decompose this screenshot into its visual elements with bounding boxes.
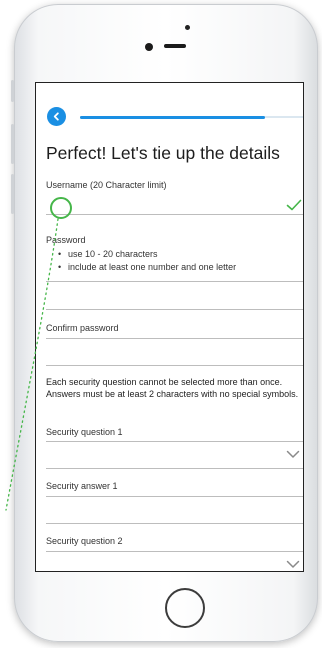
password-underline	[46, 309, 303, 310]
security-answer-1-underline	[46, 523, 303, 524]
chevron-left-icon	[53, 112, 59, 121]
confirm-password-underline	[46, 365, 303, 366]
security-question-1-underline	[46, 468, 303, 469]
password-field[interactable]	[46, 287, 303, 309]
focus-indicator-circle	[50, 197, 72, 219]
password-rules: use 10 - 20 characters include at least …	[58, 248, 236, 273]
security-question-2-select[interactable]	[46, 553, 303, 571]
speaker-grille	[164, 44, 186, 48]
password-label: Password	[46, 235, 86, 245]
page-title: Perfect! Let's tie up the details	[46, 143, 280, 163]
side-button	[11, 174, 14, 214]
security-question-2-divider	[46, 551, 303, 552]
confirm-password-divider	[46, 338, 303, 339]
password-rule: use 10 - 20 characters	[58, 248, 236, 261]
security-question-1-select[interactable]	[46, 443, 303, 467]
chevron-down-icon	[286, 560, 300, 568]
security-answer-1-field[interactable]	[46, 498, 303, 522]
security-answer-1-label: Security answer 1	[46, 481, 118, 491]
check-icon	[286, 199, 302, 211]
confirm-password-field[interactable]	[46, 341, 303, 363]
password-rule: include at least one number and one lett…	[58, 261, 236, 274]
username-underline	[46, 214, 303, 215]
username-field[interactable]	[46, 193, 303, 213]
password-rule-divider	[46, 281, 303, 282]
confirm-password-label: Confirm password	[46, 323, 119, 333]
security-question-1-divider	[46, 441, 303, 442]
side-button	[11, 80, 14, 102]
app-screen: Perfect! Let's tie up the details Userna…	[35, 82, 304, 572]
back-button[interactable]	[47, 107, 66, 126]
security-info-text: Each security question cannot be selecte…	[46, 377, 299, 399]
chevron-down-icon	[286, 450, 300, 458]
sensor-dot	[185, 25, 190, 30]
username-label: Username (20 Character limit)	[46, 180, 167, 190]
side-button	[11, 124, 14, 164]
security-question-2-label: Security question 2	[46, 536, 123, 546]
progress-bar	[80, 115, 303, 119]
camera-icon	[145, 43, 153, 51]
security-answer-1-divider	[46, 496, 303, 497]
progress-fill	[80, 115, 265, 119]
security-question-1-label: Security question 1	[46, 427, 123, 437]
home-button[interactable]	[165, 588, 205, 628]
